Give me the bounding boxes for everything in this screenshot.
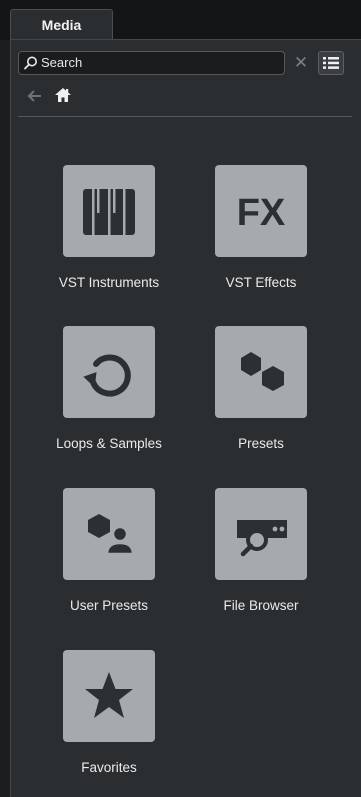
divider [18,116,352,117]
tile-vst-instruments[interactable] [63,165,155,257]
tile-file-browser-label: File Browser [223,598,299,613]
user-presets-icon [88,514,135,556]
file-browser-icon [237,520,287,557]
tab-media[interactable]: Media [10,9,113,40]
search-placeholder: Search [41,55,83,70]
tile-vst-effects[interactable]: FX [215,165,307,257]
close-icon: ✕ [293,53,309,72]
star-icon [85,672,133,718]
home-button[interactable] [54,86,72,104]
arrow-left-icon [27,90,41,102]
clear-search-button[interactable]: ✕ [292,54,310,72]
tile-presets-label: Presets [238,436,284,451]
search-icon [24,56,37,70]
tile-vst-instruments-label: VST Instruments [58,275,160,290]
back-button[interactable] [26,87,44,105]
fx-icon: FX [237,192,286,234]
tab-media-label: Media [41,17,82,33]
tile-loops-samples-label: Loops & Samples [56,436,162,451]
tile-file-browser[interactable] [215,488,307,580]
list-icon [323,57,339,69]
fx-glyph: FX [237,192,286,234]
home-icon [55,88,71,102]
loop-icon [83,354,131,397]
piano-keys-icon [83,189,135,235]
tile-user-presets-label: User Presets [69,598,149,613]
tile-favorites-label: Favorites [81,760,137,775]
search-input[interactable]: Search [18,51,285,75]
presets-icon [241,352,284,391]
tile-presets[interactable] [215,326,307,418]
tile-loops-samples[interactable] [63,326,155,418]
tile-favorites[interactable] [63,650,155,742]
view-options-button[interactable] [318,51,344,75]
tile-vst-effects-label: VST Effects [225,275,297,290]
tile-user-presets[interactable] [63,488,155,580]
